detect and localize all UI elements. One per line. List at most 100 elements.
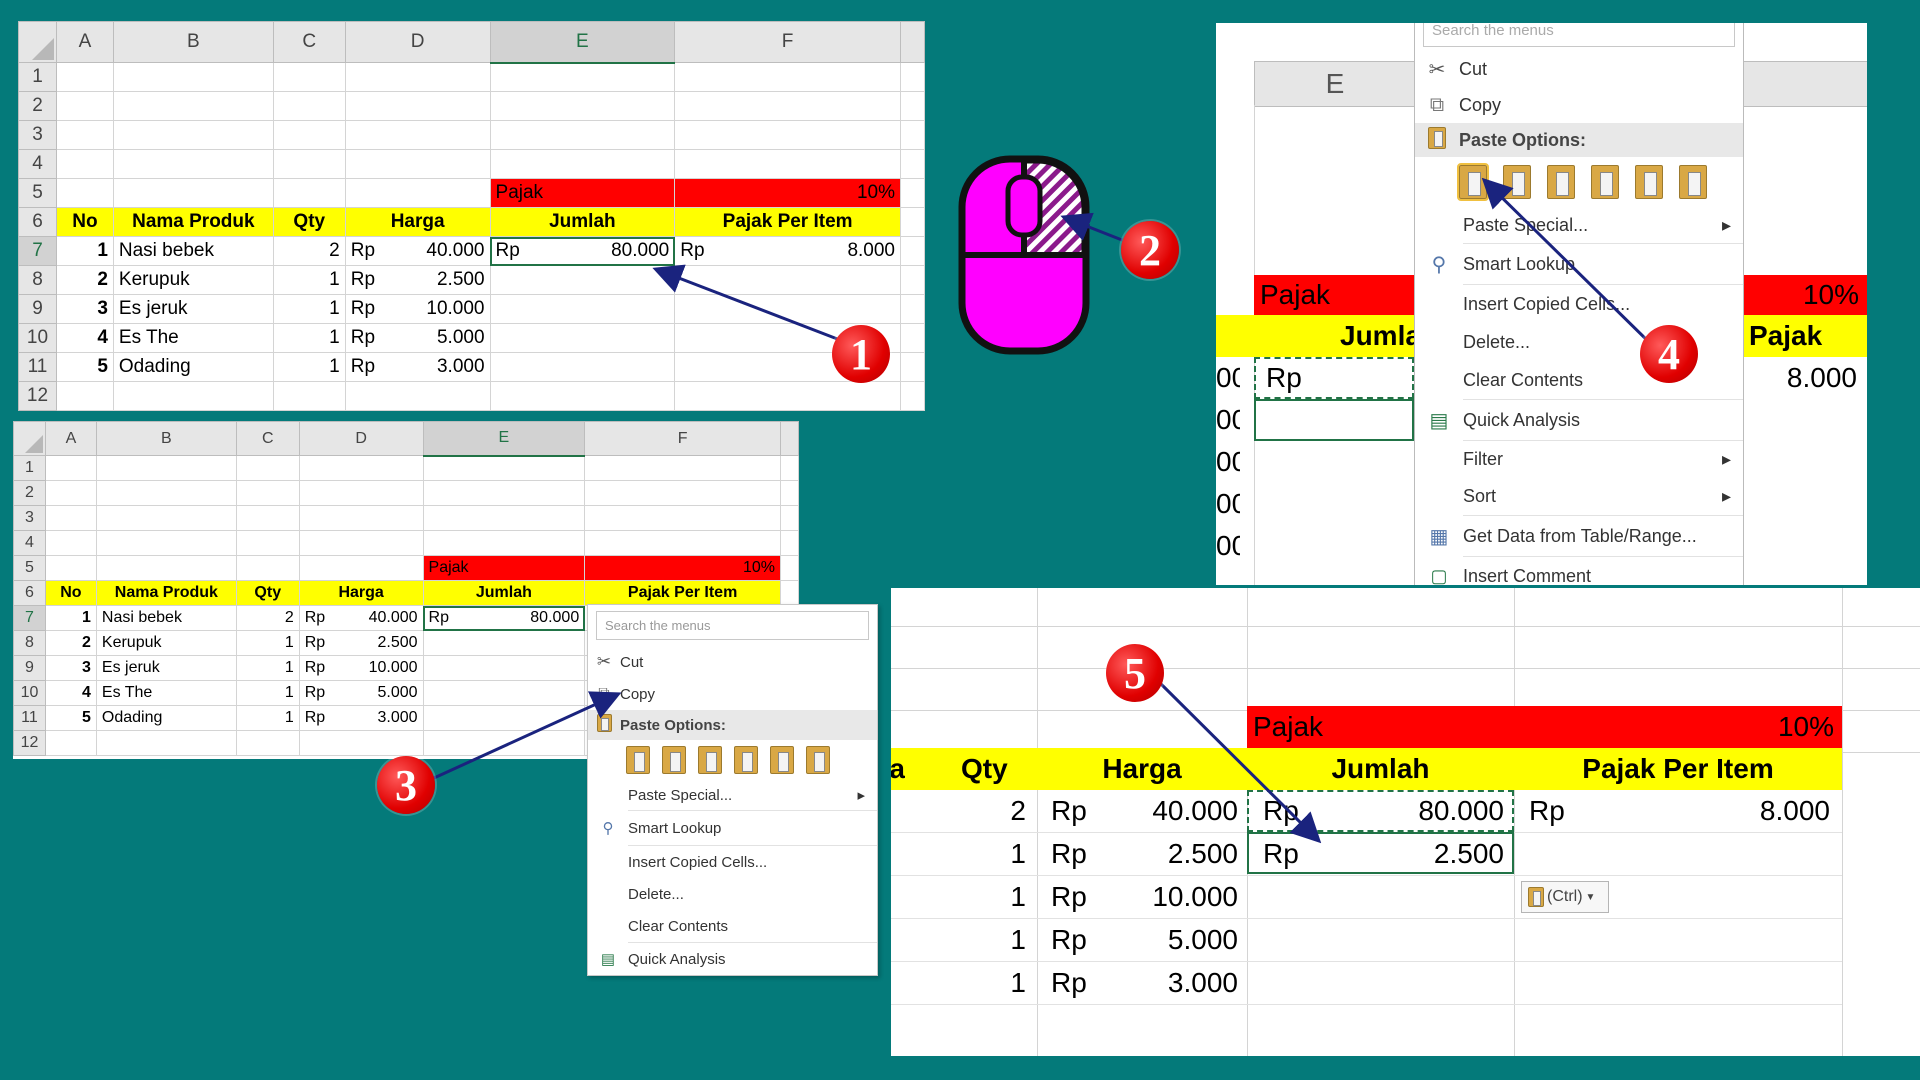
cell[interactable] — [899, 91, 925, 121]
menu-item-insert-copied[interactable]: Insert Copied Cells... — [588, 846, 877, 879]
cell-no[interactable]: 2 — [55, 265, 114, 295]
cell-qty[interactable]: 1 — [272, 352, 346, 382]
column-header-f[interactable]: F — [674, 21, 901, 63]
header-harga[interactable]: Harga — [344, 207, 491, 237]
row-header[interactable]: 9 — [18, 294, 57, 324]
row-header[interactable]: 2 — [13, 480, 46, 506]
menu-search-input[interactable]: Search the menus — [596, 611, 869, 640]
cell[interactable] — [298, 505, 424, 531]
row-header[interactable]: 4 — [18, 149, 57, 179]
cell-harga[interactable]: 40.000 — [1152, 790, 1238, 832]
cell[interactable] — [779, 505, 799, 531]
copied-cell-marquee[interactable]: Rp — [1254, 357, 1414, 399]
menu-item-insert-copied[interactable]: Insert Copied Cells... — [1415, 285, 1743, 323]
row-header[interactable]: 1 — [18, 62, 57, 92]
cell[interactable] — [674, 381, 901, 411]
cell-harga[interactable]: Rp 3.000 — [344, 352, 491, 382]
cell[interactable] — [44, 480, 97, 506]
cell[interactable] — [489, 149, 676, 179]
column-header-g[interactable] — [779, 421, 799, 456]
target-cell[interactable] — [1254, 399, 1414, 441]
cell[interactable] — [584, 480, 781, 506]
cell[interactable] — [779, 530, 799, 556]
cell-nama[interactable]: Odading — [95, 705, 237, 731]
col-f-header[interactable] — [1743, 61, 1867, 107]
cell-qty[interactable]: 2 — [235, 605, 300, 631]
cell[interactable] — [899, 236, 925, 266]
header-jumlah[interactable]: Jumlah — [489, 207, 676, 237]
header-jumlah[interactable]: Jumlah — [1340, 315, 1420, 357]
menu-item-cut[interactable]: ✂ Cut — [1415, 51, 1743, 87]
cell-qty[interactable]: 1 — [272, 323, 346, 353]
cell-jumlah-selected[interactable]: Rp 80.000 — [422, 605, 586, 631]
cell[interactable] — [674, 149, 901, 179]
cell-nama[interactable]: Es jeruk — [95, 655, 237, 681]
cell-nama[interactable]: Es The — [112, 323, 274, 353]
header-pajak-per-item[interactable]: Pajak Per Item — [674, 207, 901, 237]
cell[interactable] — [44, 505, 97, 531]
cell[interactable] — [344, 120, 491, 150]
cell[interactable] — [899, 149, 925, 179]
cell[interactable] — [422, 655, 586, 681]
paste-transpose-icon[interactable] — [1591, 165, 1619, 199]
menu-item-copy[interactable]: ⧉ Copy — [588, 678, 877, 710]
cell[interactable] — [235, 530, 300, 556]
cell[interactable] — [674, 120, 901, 150]
cell[interactable] — [674, 62, 901, 92]
cell[interactable] — [489, 352, 676, 382]
cell[interactable] — [779, 555, 799, 581]
row-header[interactable]: 10 — [18, 323, 57, 353]
cell[interactable] — [899, 120, 925, 150]
select-all-corner[interactable] — [18, 21, 57, 63]
cell[interactable] — [95, 505, 237, 531]
cell-pajak-item[interactable]: Rp 8.000 — [674, 236, 901, 266]
cell-harga[interactable]: Rp 3.000 — [298, 705, 424, 731]
header-jumlah[interactable]: Jumlah — [422, 580, 586, 606]
cell-harga[interactable]: Rp 10.000 — [344, 294, 491, 324]
cell[interactable] — [489, 62, 676, 92]
cell[interactable] — [272, 62, 346, 92]
cell[interactable] — [235, 505, 300, 531]
cell-nama[interactable]: Es jeruk — [112, 294, 274, 324]
header-nama-produk[interactable]: Nama Produk — [95, 580, 237, 606]
menu-item-copy[interactable]: ⧉ Copy — [1415, 87, 1743, 123]
paste-link-icon[interactable] — [1679, 165, 1707, 199]
cell-harga[interactable]: Rp 10.000 — [298, 655, 424, 681]
column-header-f[interactable]: F — [584, 421, 781, 456]
pajak-label-cell[interactable]: Pajak — [1254, 275, 1420, 315]
cell[interactable] — [899, 294, 925, 324]
header-jumlah[interactable]: Jumlah — [1247, 748, 1514, 790]
cell[interactable] — [235, 730, 300, 756]
cell-qty[interactable]: 1 — [272, 294, 346, 324]
cell[interactable] — [44, 555, 97, 581]
cell[interactable] — [779, 480, 799, 506]
cell[interactable] — [272, 149, 346, 179]
menu-search-input[interactable]: Search the menus — [1423, 23, 1735, 47]
menu-item-insert-comment[interactable]: ▢ Insert Comment — [1415, 557, 1743, 586]
cell[interactable] — [95, 730, 237, 756]
cell-no[interactable]: 1 — [44, 605, 97, 631]
cell[interactable] — [44, 530, 97, 556]
cell[interactable] — [674, 294, 901, 324]
pasted-cell-selection[interactable] — [1247, 832, 1514, 874]
menu-item-cut[interactable]: ✂ Cut — [588, 646, 877, 678]
cell-nama[interactable]: Nasi bebek — [95, 605, 237, 631]
menu-item-quick-analysis[interactable]: ▤ Quick Analysis — [1415, 400, 1743, 440]
cell-qty[interactable]: 1 — [1010, 876, 1026, 918]
cell[interactable] — [422, 680, 586, 706]
cell[interactable] — [489, 381, 676, 411]
cell[interactable] — [55, 149, 114, 179]
cell[interactable] — [779, 580, 799, 606]
row-header[interactable]: 11 — [18, 352, 57, 382]
cell-qty[interactable]: 1 — [235, 655, 300, 681]
paste-icon[interactable] — [626, 746, 650, 774]
column-header-g[interactable] — [899, 21, 925, 63]
cell[interactable] — [272, 120, 346, 150]
column-header-d[interactable]: D — [344, 21, 491, 63]
cell-no[interactable]: 5 — [55, 352, 114, 382]
row-header[interactable]: 2 — [18, 91, 57, 121]
row-header[interactable]: 1 — [13, 455, 46, 481]
cell-no[interactable]: 5 — [44, 705, 97, 731]
cell[interactable] — [899, 381, 925, 411]
row-header[interactable]: 4 — [13, 530, 46, 556]
